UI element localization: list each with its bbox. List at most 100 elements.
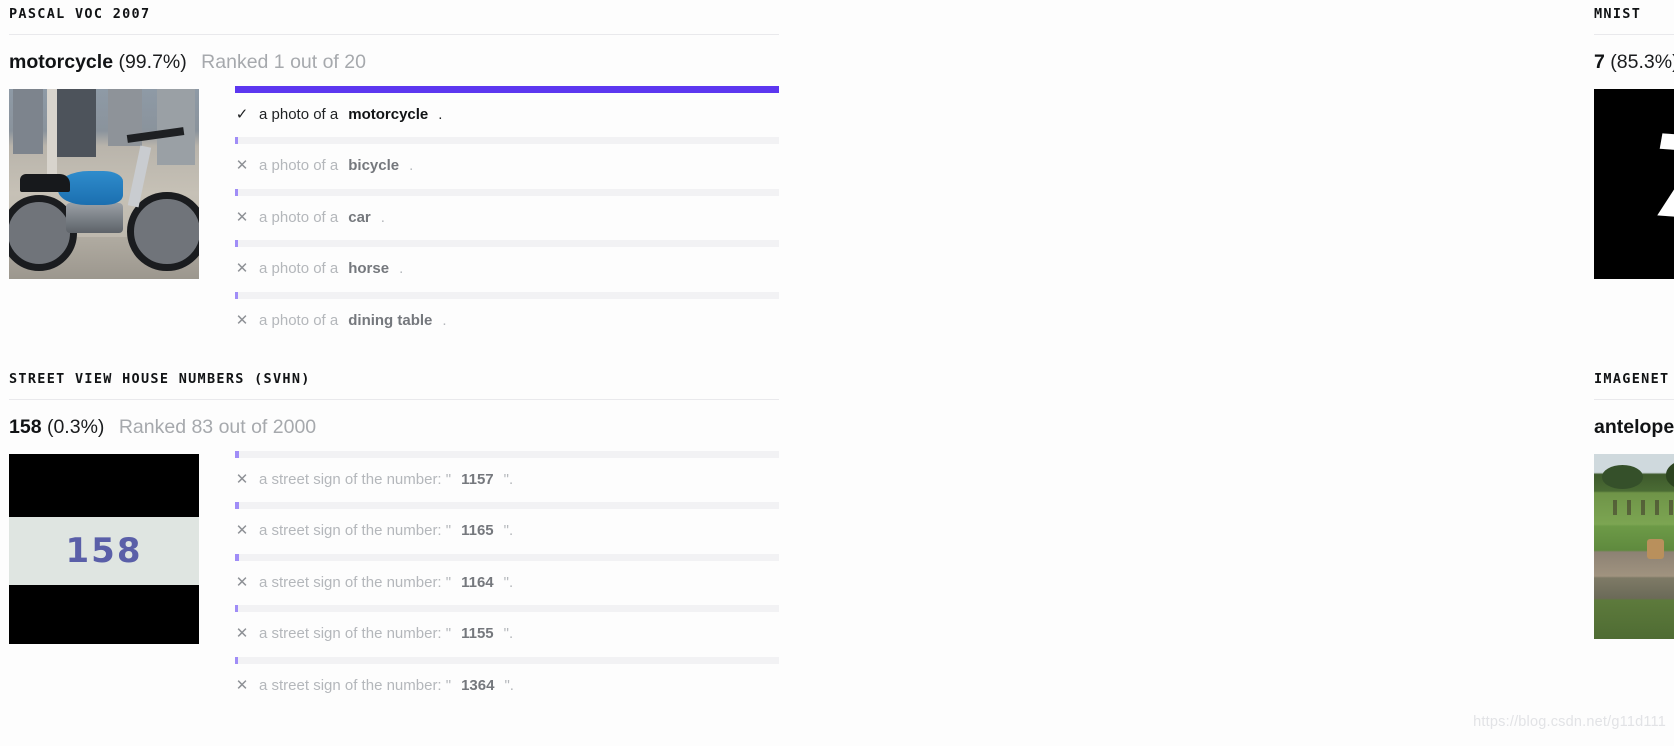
confidence-bar bbox=[235, 85, 779, 93]
sample-image-svhn-number: 158 bbox=[9, 453, 199, 644]
confidence-track bbox=[235, 656, 779, 664]
prompt-suffix: . bbox=[438, 105, 443, 123]
dataset-title: MNIST bbox=[1594, 6, 1642, 22]
prediction-label: ✕ a photo of a dining table. bbox=[235, 312, 779, 330]
antelope-illustration bbox=[1594, 453, 1674, 639]
summary-class: 7 bbox=[1594, 50, 1605, 73]
dataset-title: STREET VIEW HOUSE NUMBERS (SVHN) bbox=[9, 371, 311, 387]
confidence-track bbox=[235, 450, 779, 458]
prediction-row[interactable]: ✕ a street sign of the number: " 1155 ". bbox=[235, 605, 779, 657]
panel-body: 158 ✕ a street sign of the number: " 1157… bbox=[9, 450, 779, 701]
prediction-label: ✕ a street sign of the number: " 1165 ". bbox=[235, 522, 779, 540]
prompt-suffix: . bbox=[380, 208, 385, 226]
panel-grid: PASCAL VOC 2007 motorcycle (99.7%) Ranke… bbox=[0, 0, 1674, 746]
confidence-bar bbox=[235, 656, 238, 664]
prediction-summary: antelope (99.8%) Ranked 1 out of 30 bbox=[1594, 400, 1674, 451]
confidence-track bbox=[235, 553, 779, 561]
confidence-bar bbox=[235, 553, 239, 561]
prompt-prefix: a photo of a bbox=[259, 157, 339, 175]
summary-rank: Ranked 83 out of 2000 bbox=[118, 415, 317, 438]
prompt-term: motorcycle bbox=[348, 105, 429, 123]
cross-icon: ✕ bbox=[235, 157, 249, 175]
thumbnail-wrap: 7 bbox=[1594, 86, 1674, 279]
confidence-bar bbox=[235, 137, 238, 145]
confidence-track bbox=[235, 605, 779, 613]
sample-image-motorcycle bbox=[9, 88, 199, 279]
prompt-prefix: a street sign of the number: " bbox=[259, 470, 452, 488]
sample-image-antelope bbox=[1594, 453, 1674, 639]
svhn-illustration: 158 bbox=[9, 453, 199, 644]
prompt-suffix: ". bbox=[503, 625, 514, 643]
sample-image-mnist-digit: 7 bbox=[1594, 88, 1674, 279]
prompt-suffix: . bbox=[409, 157, 414, 175]
prediction-summary: motorcycle (99.7%) Ranked 1 out of 20 bbox=[9, 35, 779, 86]
dataset-panel-svhn: STREET VIEW HOUSE NUMBERS (SVHN) 158 (0.… bbox=[0, 365, 797, 746]
prediction-row[interactable]: ✕ a street sign of the number: " 1164 ". bbox=[235, 553, 779, 606]
prompt-prefix: a photo of a bbox=[259, 260, 339, 278]
prediction-row[interactable]: ✕ a photo of a car. bbox=[235, 188, 779, 241]
dataset-title: IMAGENET VID bbox=[1594, 371, 1674, 387]
prediction-row[interactable]: ✕ a photo of a bicycle. bbox=[235, 137, 779, 189]
prediction-row[interactable]: ✕ a photo of a horse. bbox=[235, 240, 779, 292]
mnist-illustration: 7 bbox=[1594, 88, 1674, 279]
confidence-bar bbox=[235, 240, 238, 248]
prediction-label: ✕ a photo of a horse. bbox=[235, 260, 779, 278]
prediction-list: ✕ a street sign of the number: " 1157 ". ✕… bbox=[199, 450, 779, 701]
summary-confidence: (85.3%) bbox=[1610, 50, 1674, 73]
prompt-term: dining table bbox=[348, 311, 433, 329]
summary-rank: Ranked 1 out of 20 bbox=[201, 50, 366, 73]
dataset-panel-mnist: MNIST 7 (85.3%) Ranked 1 out of 10 7 bbox=[797, 0, 1674, 365]
prompt-suffix: . bbox=[442, 311, 447, 329]
summary-class: 158 bbox=[9, 415, 42, 438]
prediction-label: ✕ a photo of a bicycle. bbox=[235, 157, 779, 175]
thumbnail-wrap bbox=[9, 86, 199, 279]
summary-confidence: (0.3%) bbox=[46, 415, 105, 438]
prediction-label: ✓ a photo of a motorcycle. bbox=[235, 106, 779, 124]
summary-class: motorcycle bbox=[9, 50, 114, 73]
cross-icon: ✕ bbox=[235, 625, 249, 643]
summary-class: antelope bbox=[1594, 415, 1674, 438]
confidence-track bbox=[235, 188, 779, 196]
thumbnail-wrap: 158 bbox=[9, 451, 199, 644]
prompt-prefix: a street sign of the number: " bbox=[259, 573, 452, 591]
dataset-panel-imagenet-vid: IMAGENET VID antelope (99.8%) Ranked 1 o… bbox=[797, 365, 1674, 746]
prompt-prefix: a photo of a bbox=[259, 311, 339, 329]
prediction-summary: 7 (85.3%) Ranked 1 out of 10 bbox=[1594, 35, 1674, 86]
prompt-term: 1164 bbox=[461, 573, 494, 591]
prompt-term: 1165 bbox=[461, 522, 494, 540]
confidence-bar bbox=[235, 502, 239, 510]
prompt-suffix: ". bbox=[504, 676, 514, 694]
prediction-row[interactable]: ✕ a street sign of the number: " 1157 ". bbox=[235, 450, 779, 503]
prediction-row[interactable]: ✕ a street sign of the number: " 1364 ". bbox=[235, 656, 779, 701]
confidence-track bbox=[235, 137, 779, 145]
motorcycle-illustration bbox=[9, 88, 199, 279]
prompt-suffix: ". bbox=[503, 573, 514, 591]
prediction-label: ✕ a street sign of the number: " 1164 ". bbox=[235, 574, 779, 592]
prompt-prefix: a street sign of the number: " bbox=[259, 676, 452, 694]
prompt-prefix: a photo of a bbox=[259, 105, 339, 123]
prompt-term: car bbox=[348, 208, 371, 226]
prompt-term: 1157 bbox=[461, 470, 494, 488]
prompt-term: horse bbox=[348, 260, 390, 278]
cross-icon: ✕ bbox=[235, 260, 249, 278]
prompt-suffix: ". bbox=[503, 470, 514, 488]
thumbnail-wrap bbox=[1594, 451, 1674, 639]
confidence-bar bbox=[235, 450, 240, 458]
prompt-prefix: a street sign of the number: " bbox=[259, 625, 452, 643]
svhn-number-text: 158 bbox=[65, 530, 143, 571]
results-page: PASCAL VOC 2007 motorcycle (99.7%) Ranke… bbox=[0, 0, 1674, 746]
cross-icon: ✕ bbox=[235, 311, 249, 329]
prompt-prefix: a photo of a bbox=[259, 208, 339, 226]
summary-confidence: (99.7%) bbox=[118, 50, 187, 73]
prediction-row[interactable]: ✓ a photo of a motorcycle. bbox=[235, 85, 779, 138]
prediction-label: ✕ a street sign of the number: " 1157 ". bbox=[235, 471, 779, 489]
confidence-track bbox=[235, 291, 779, 299]
confidence-track bbox=[235, 240, 779, 248]
prompt-term: 1364 bbox=[461, 676, 495, 694]
cross-icon: ✕ bbox=[235, 470, 249, 488]
prompt-term: 1155 bbox=[461, 625, 494, 643]
prediction-row[interactable]: ✕ a street sign of the number: " 1165 ". bbox=[235, 502, 779, 554]
cross-icon: ✕ bbox=[235, 573, 249, 591]
prediction-label: ✕ a street sign of the number: " 1364 ". bbox=[235, 677, 779, 695]
prediction-row[interactable]: ✕ a photo of a dining table. bbox=[235, 291, 779, 336]
